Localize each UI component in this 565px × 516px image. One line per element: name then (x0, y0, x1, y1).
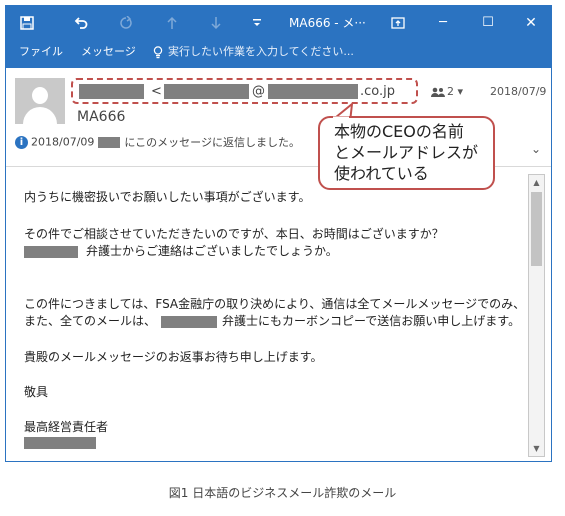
annotation-callout: 本物のCEOの名前 とメールアドレスが 使われている (318, 116, 495, 190)
people-count: 2 (447, 85, 454, 98)
redo-icon[interactable] (115, 6, 137, 40)
outlook-message-window: MA666 - メ··· ─ ☐ ✕ ファイル メッセージ 実行したい作業を入力… (5, 5, 552, 462)
minimize-button[interactable]: ─ (432, 6, 454, 40)
message-date: 2018/07/9 (490, 85, 547, 98)
reply-info-bar: i 2018/07/09 にこのメッセージに返信しました。 (15, 134, 300, 150)
reply-info-text: にこのメッセージに返信しました。 (124, 136, 300, 149)
body-line-5-wrap: また、全てのメールは、 弁護士にもカーボンコピーで送信お願い申し上げます。 (24, 312, 520, 329)
scroll-down-icon[interactable]: ▼ (529, 441, 544, 456)
scroll-up-icon[interactable]: ▲ (529, 175, 544, 190)
redacted-lawyer-name-2 (161, 315, 218, 328)
sender-at: @ (252, 84, 265, 99)
body-line-8: 最高経営責任者 (24, 420, 109, 434)
arrow-down-icon[interactable] (205, 6, 227, 40)
title-bar: MA666 - メ··· ─ ☐ ✕ (6, 6, 551, 40)
message-subject: MA666 (77, 109, 126, 125)
redacted-reply-time (98, 136, 121, 148)
signature-redacted-wrap (24, 435, 96, 449)
tell-me-search[interactable]: 実行したい作業を入力してください... (168, 40, 354, 64)
ribbon-display-options-icon[interactable] (387, 6, 409, 40)
redacted-sender-domain (268, 84, 358, 99)
message-body: 内うちに機密扱いでお願いしたい事項がございます。 その件でご相談させていただきた… (6, 167, 551, 461)
redacted-sender-name (79, 84, 144, 99)
redacted-lawyer-name (24, 245, 78, 258)
save-icon[interactable] (16, 6, 38, 40)
tab-message[interactable]: メッセージ (81, 40, 136, 64)
body-line-3: 弁護士からご連絡はございましたでしょうか。 (86, 244, 338, 258)
people-icon (431, 87, 445, 97)
callout-line-1: 本物のCEOの名前 (334, 122, 464, 141)
body-line-5b: 弁護士にもカーボンコピーで送信お願い申し上げます。 (222, 314, 521, 328)
redacted-ceo-name (24, 436, 96, 449)
maximize-button[interactable]: ☐ (477, 6, 499, 40)
people-button[interactable]: 2 ▾ (431, 85, 463, 98)
redacted-sender-user (164, 84, 249, 99)
undo-icon[interactable] (70, 6, 92, 40)
body-line-4: この件につきましては、FSA金融庁の取り決めにより、通信は全てメールメッセージで… (24, 297, 526, 311)
lightbulb-icon (153, 40, 163, 64)
tab-file[interactable]: ファイル (19, 40, 63, 64)
figure-caption: 図1 日本語のビジネスメール詐欺のメール (168, 486, 397, 500)
window-title: MA666 - メ··· (289, 16, 366, 30)
sender-lt: < (151, 84, 162, 99)
body-line-5a: また、全てのメールは、 (24, 314, 157, 328)
callout-line-2: とメールアドレスが (334, 143, 479, 162)
expand-header-chevron-icon[interactable]: ⌄ (531, 142, 541, 156)
body-line-7: 敬具 (24, 385, 49, 399)
scroll-thumb[interactable] (531, 192, 542, 266)
reply-date: 2018/07/09 (31, 135, 95, 149)
body-line-6: 貴殿のメールメッセージのお返事お待ち申し上げます。 (24, 350, 323, 364)
body-line-2: その件でご相談させていただきたいのですが、本日、お時間はございますか？ (24, 227, 444, 241)
callout-line-3: 使われている (334, 164, 429, 183)
avatar (15, 78, 65, 124)
customize-qat-icon[interactable] (249, 6, 265, 40)
ribbon: ファイル メッセージ 実行したい作業を入力してください... (6, 40, 551, 68)
arrow-up-icon[interactable] (161, 6, 183, 40)
people-dropdown-icon: ▾ (457, 85, 464, 98)
info-icon: i (15, 135, 28, 149)
close-button[interactable]: ✕ (520, 6, 542, 40)
body-line-1: 内うちに機密扱いでお願いしたい事項がございます。 (24, 190, 311, 204)
sender-domain: .co.jp (360, 84, 396, 99)
vertical-scrollbar[interactable]: ▲ ▼ (528, 174, 545, 457)
body-line-3-wrap: 弁護士からご連絡はございましたでしょうか。 (24, 242, 338, 259)
sender-address-highlight: < @ .co.jp (71, 78, 418, 104)
